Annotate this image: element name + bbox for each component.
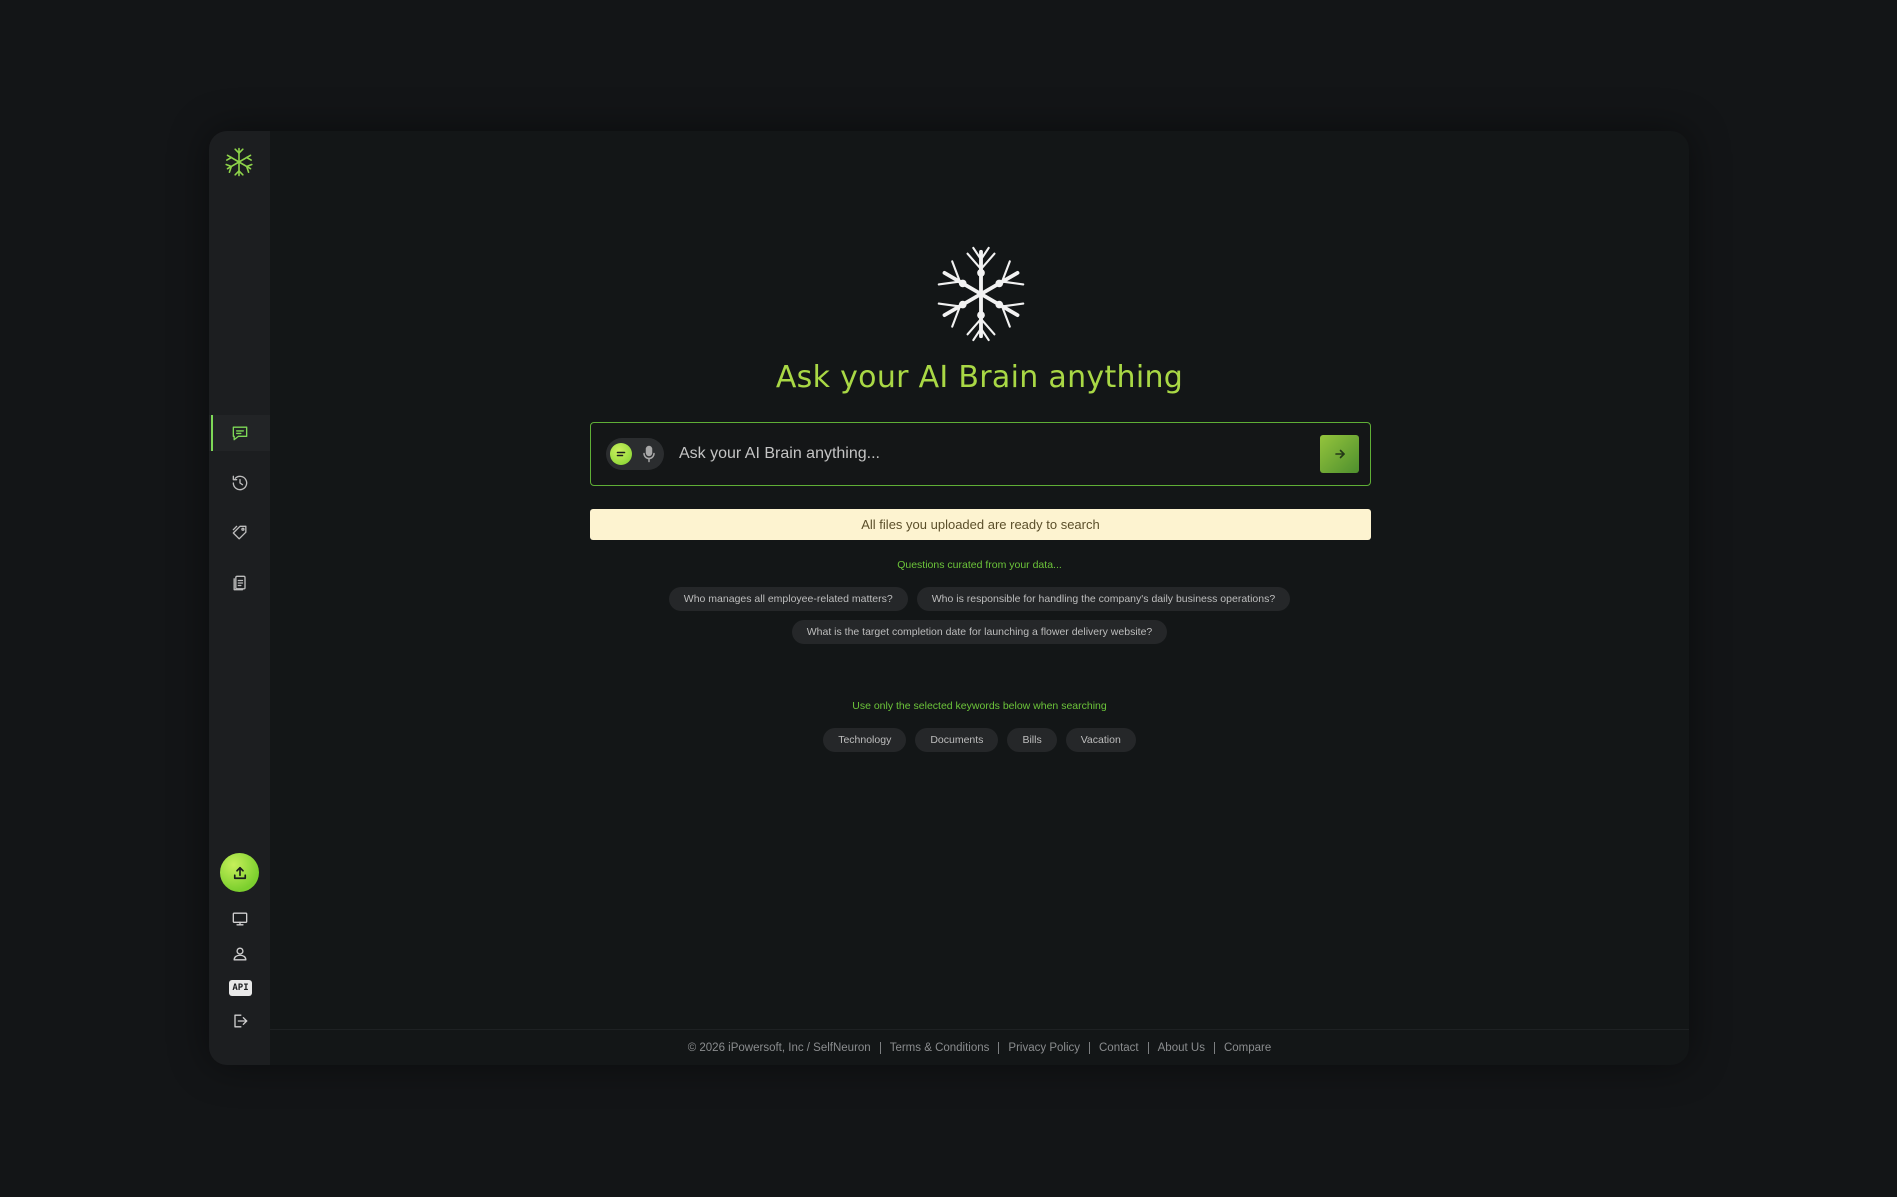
keyword-chip-technology[interactable]: Technology bbox=[823, 728, 907, 752]
copyright-text: © 2026 iPowersoft, Inc / SelfNeuron bbox=[687, 1041, 871, 1054]
chat-icon bbox=[232, 426, 247, 441]
sidebar: API bbox=[209, 131, 270, 1065]
brand-logo-icon[interactable] bbox=[223, 146, 255, 178]
footer-divider bbox=[1147, 1041, 1149, 1054]
nav-chat[interactable] bbox=[209, 415, 270, 451]
nav-tags[interactable] bbox=[209, 515, 270, 551]
api-icon[interactable]: API bbox=[229, 980, 252, 996]
footer-divider bbox=[1089, 1041, 1090, 1054]
compare-link[interactable]: Compare bbox=[1224, 1042, 1271, 1054]
microphone-icon[interactable] bbox=[641, 445, 657, 463]
tag-icon bbox=[232, 525, 246, 540]
question-chip[interactable]: Who is responsible for handling the comp… bbox=[916, 587, 1291, 611]
main-content: Ask your AI Brain anything All files y bbox=[270, 131, 1689, 1065]
keywords-label: Use only the selected keywords below whe… bbox=[852, 700, 1107, 712]
keyword-row: Technology Documents Bills Vacation bbox=[270, 728, 1689, 752]
nav-profile[interactable] bbox=[209, 936, 270, 972]
contact-link[interactable]: Contact bbox=[1099, 1042, 1139, 1054]
history-icon bbox=[232, 475, 247, 491]
footer: © 2026 iPowersoft, Inc / SelfNeuron Term… bbox=[270, 1029, 1689, 1065]
footer-divider bbox=[998, 1041, 1000, 1054]
keyword-chip-vacation[interactable]: Vacation bbox=[1065, 728, 1136, 752]
documents-icon bbox=[233, 575, 246, 591]
question-row-1: Who manages all employee-related matters… bbox=[270, 587, 1689, 611]
question-row-2: What is the target completion date for l… bbox=[270, 620, 1689, 644]
upload-icon bbox=[233, 866, 246, 879]
text-mode-icon bbox=[616, 451, 626, 457]
text-mode-button[interactable] bbox=[610, 443, 632, 465]
terms-link[interactable]: Terms & Conditions bbox=[890, 1042, 990, 1054]
search-input[interactable] bbox=[679, 441, 1299, 467]
upload-button[interactable] bbox=[220, 853, 259, 892]
monitor-icon bbox=[232, 912, 247, 926]
input-mode-toggle[interactable] bbox=[606, 438, 664, 470]
app-window: API Ask your AI Brain anything Ask your … bbox=[209, 131, 1689, 1065]
nav-logout[interactable] bbox=[209, 1003, 270, 1039]
keyword-chip-documents[interactable]: Documents bbox=[915, 728, 999, 752]
user-icon bbox=[233, 947, 246, 961]
send-button[interactable] bbox=[1320, 435, 1359, 473]
files-ready-notice: All files you uploaded are ready to sear… bbox=[590, 509, 1371, 540]
search-box bbox=[590, 422, 1371, 486]
nav-history[interactable] bbox=[209, 465, 270, 501]
page-title: Ask your AI Brain anything bbox=[775, 360, 1184, 395]
question-chip[interactable]: Who manages all employee-related matters… bbox=[668, 587, 908, 611]
privacy-link[interactable]: Privacy Policy bbox=[1008, 1042, 1080, 1054]
nav-documents[interactable] bbox=[209, 565, 270, 601]
nav-monitor[interactable] bbox=[209, 901, 270, 937]
question-chip[interactable]: What is the target completion date for l… bbox=[791, 620, 1168, 644]
about-link[interactable]: About Us bbox=[1158, 1042, 1205, 1054]
keyword-chip-bills[interactable]: Bills bbox=[1007, 728, 1057, 752]
questions-label: Questions curated from your data... bbox=[897, 559, 1062, 571]
logout-icon bbox=[233, 1014, 247, 1028]
arrow-right-icon bbox=[1334, 449, 1345, 459]
footer-divider bbox=[1213, 1041, 1215, 1054]
footer-divider bbox=[879, 1041, 881, 1054]
brain-logo-icon bbox=[937, 246, 1025, 342]
